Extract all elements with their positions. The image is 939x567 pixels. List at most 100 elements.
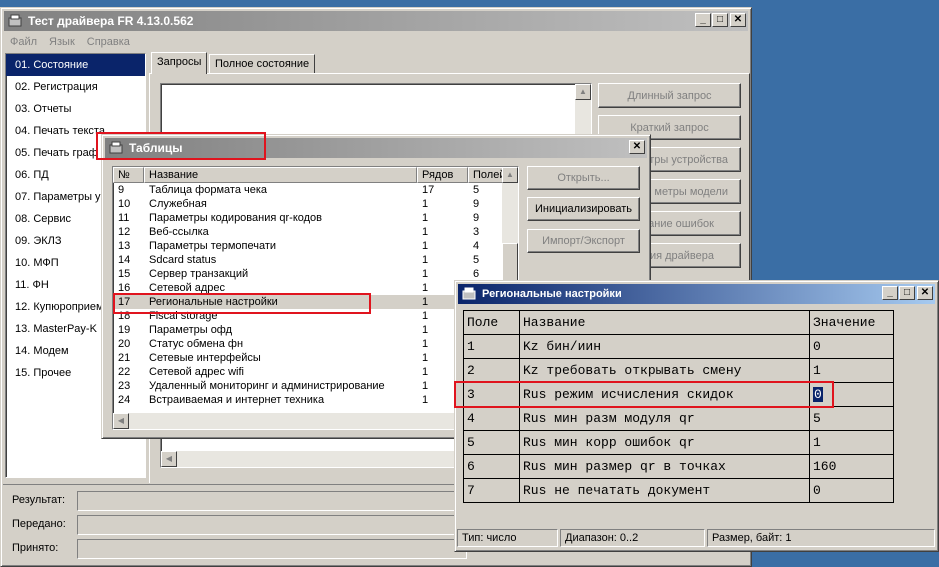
- row-count: 17: [422, 184, 435, 196]
- row-fields: 3: [473, 226, 480, 238]
- initialize-button[interactable]: Инициализировать: [527, 197, 640, 221]
- field-value[interactable]: 5: [809, 406, 894, 431]
- tables-titlebar[interactable]: Таблицы ✕: [105, 138, 647, 158]
- maximize-button[interactable]: □: [899, 286, 915, 300]
- row-number: 11: [118, 212, 130, 224]
- col-rows[interactable]: Рядов: [417, 167, 468, 183]
- row-number: 23: [118, 380, 131, 392]
- scroll-up-icon[interactable]: ▲: [502, 167, 518, 183]
- table-row[interactable]: 13 Параметры термопечати 1 4: [113, 239, 518, 253]
- row-name: Встраиваемая и интернет техника: [149, 394, 325, 406]
- col-fields[interactable]: Полей: [468, 167, 504, 183]
- scroll-thumb[interactable]: [502, 243, 518, 283]
- regional-titlebar[interactable]: Региональные настройки _ □ ✕: [458, 284, 935, 304]
- menu-language[interactable]: Язык: [43, 36, 81, 48]
- field-value[interactable]: 160: [809, 454, 894, 479]
- row-name: Удаленный мониторинг и администрирование: [149, 380, 385, 392]
- field-number: 7: [463, 478, 520, 503]
- field-name: Kz требовать открывать смену: [519, 358, 810, 383]
- value-editor[interactable]: 0: [813, 387, 823, 402]
- table-row[interactable]: 9 Таблица формата чека 17 5: [113, 183, 518, 197]
- menu-help[interactable]: Справка: [81, 36, 136, 48]
- minimize-button[interactable]: _: [695, 13, 711, 27]
- grid-row[interactable]: 4 Rus мин разм модуля qr 5: [463, 406, 894, 431]
- row-number: 9: [118, 184, 125, 196]
- col-field[interactable]: Поле: [463, 310, 520, 335]
- nav-item-registration[interactable]: 02. Регистрация: [6, 76, 145, 98]
- field-name: Rus мин разм модуля qr: [519, 406, 810, 431]
- result-label: Результат:: [12, 494, 66, 506]
- app-icon: [109, 141, 123, 154]
- close-button[interactable]: ✕: [730, 13, 746, 27]
- field-name: Rus мин корр ошибок qr: [519, 430, 810, 455]
- minimize-button[interactable]: _: [882, 286, 898, 300]
- open-button[interactable]: Открыть...: [527, 166, 640, 190]
- menu-file[interactable]: Файл: [4, 36, 43, 48]
- table-row[interactable]: 11 Параметры кодирования qr-кодов 1 9: [113, 211, 518, 225]
- nav-item-state[interactable]: 01. Состояние: [6, 54, 145, 76]
- app-icon: [462, 287, 476, 300]
- row-number: 10: [118, 198, 131, 210]
- table-row[interactable]: 15 Сервер транзакций 1 6: [113, 267, 518, 281]
- grid-row[interactable]: 3 Rus режим исчисления скидок 0: [463, 382, 894, 407]
- row-name: Параметры офд: [149, 324, 233, 336]
- grid-row[interactable]: 2 Kz требовать открывать смену 1: [463, 358, 894, 383]
- scroll-left-icon[interactable]: ◀: [161, 451, 177, 467]
- table-row[interactable]: 10 Служебная 1 9: [113, 197, 518, 211]
- import-export-button[interactable]: Импорт/Экспорт: [527, 229, 640, 253]
- row-number: 21: [118, 352, 131, 364]
- tables-header: № Название Рядов Полей: [113, 167, 518, 183]
- close-button[interactable]: ✕: [917, 286, 933, 300]
- col-value[interactable]: Значение: [809, 310, 894, 335]
- sent-label: Передано:: [12, 518, 66, 530]
- field-value[interactable]: 0: [809, 478, 894, 503]
- received-label: Принято:: [12, 542, 59, 554]
- col-name[interactable]: Название: [519, 310, 810, 335]
- field-value[interactable]: 0: [809, 334, 894, 359]
- tab-full-state[interactable]: Полное состояние: [209, 54, 316, 74]
- regional-grid: Поле Название Значение 1 Kz бин/иин 0 2 Kz т…: [463, 310, 894, 503]
- row-number: 19: [118, 324, 131, 336]
- row-name: Таблица формата чека: [149, 184, 268, 196]
- row-number: 14: [118, 254, 131, 266]
- row-name: Региональные настройки: [149, 296, 278, 308]
- field-value[interactable]: 1: [809, 430, 894, 455]
- row-name: Sdcard status: [149, 254, 217, 266]
- grid-row[interactable]: 1 Kz бин/иин 0: [463, 334, 894, 359]
- tab-requests[interactable]: Запросы: [151, 52, 208, 74]
- row-name: Параметры кодирования qr-кодов: [149, 212, 323, 224]
- maximize-button[interactable]: □: [712, 13, 728, 27]
- row-name: Параметры термопечати: [149, 240, 277, 252]
- field-name: Kz бин/иин: [519, 334, 810, 359]
- row-count: 1: [422, 240, 429, 252]
- field-name: Rus мин размер qr в точках: [519, 454, 810, 479]
- field-value[interactable]: 0: [809, 382, 894, 407]
- col-name[interactable]: Название: [144, 167, 417, 183]
- row-number: 22: [118, 366, 131, 378]
- grid-row[interactable]: 5 Rus мин корр ошибок qr 1: [463, 430, 894, 455]
- col-number[interactable]: №: [113, 167, 144, 183]
- nav-item-reports[interactable]: 03. Отчеты: [6, 98, 145, 120]
- grid-row[interactable]: 6 Rus мин размер qr в точках 160: [463, 454, 894, 479]
- scroll-up-icon[interactable]: ▲: [575, 84, 591, 100]
- received-field: [77, 539, 467, 559]
- scroll-left-icon[interactable]: ◀: [113, 413, 129, 429]
- row-count: 1: [422, 268, 429, 280]
- table-row[interactable]: 12 Веб-ссылка 1 3: [113, 225, 518, 239]
- regional-header-row: Поле Название Значение: [463, 310, 894, 335]
- row-number: 24: [118, 394, 131, 406]
- row-count: 1: [422, 198, 429, 210]
- row-fields: 4: [473, 240, 480, 252]
- close-button[interactable]: ✕: [629, 140, 645, 154]
- menubar: Файл Язык Справка: [4, 32, 136, 52]
- row-fields: 6: [473, 268, 480, 280]
- row-count: 1: [422, 212, 429, 224]
- table-row[interactable]: 14 Sdcard status 1 5: [113, 253, 518, 267]
- long-request-button[interactable]: Длинный запрос: [598, 83, 741, 108]
- tables-title: Таблицы: [129, 141, 183, 155]
- grid-row[interactable]: 7 Rus не печатать документ 0: [463, 478, 894, 503]
- field-name: Rus не печатать документ: [519, 478, 810, 503]
- main-titlebar[interactable]: Тест драйвера FR 4.13.0.562 _ □ ✕: [4, 11, 748, 31]
- row-number: 12: [118, 226, 131, 238]
- field-value[interactable]: 1: [809, 358, 894, 383]
